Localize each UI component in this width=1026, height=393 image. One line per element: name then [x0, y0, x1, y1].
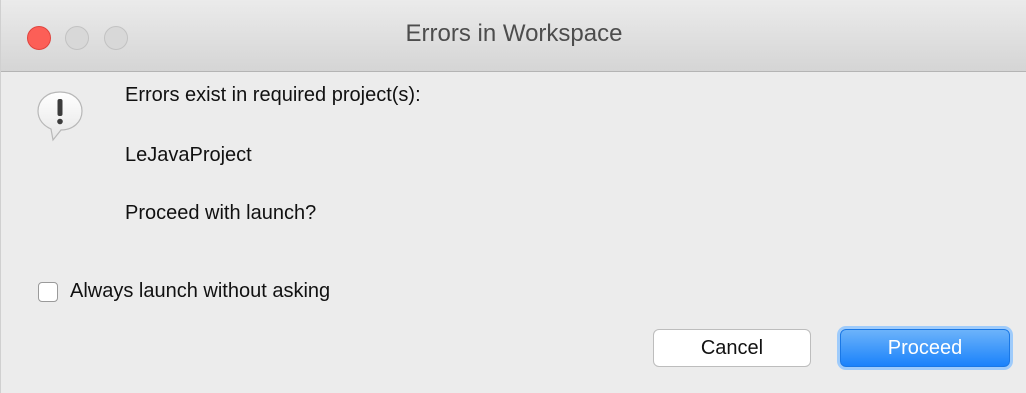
title-bar[interactable]: Errors in Workspace — [1, 0, 1026, 72]
alert-exclamation-icon — [37, 91, 83, 142]
dialog-window: Errors in Workspace Errors exist in requ… — [0, 0, 1026, 393]
always-launch-option[interactable]: Always launch without asking — [38, 280, 330, 303]
always-launch-label[interactable]: Always launch without asking — [70, 280, 330, 303]
always-launch-checkbox[interactable] — [38, 281, 58, 302]
error-message: Errors exist in required project(s): — [125, 84, 421, 106]
proceed-button[interactable]: Proceed — [840, 329, 1010, 367]
proceed-question: Proceed with launch? — [125, 202, 317, 224]
window-title: Errors in Workspace — [405, 20, 623, 47]
cancel-button[interactable]: Cancel — [653, 329, 811, 367]
project-name: LeJavaProject — [125, 144, 252, 166]
